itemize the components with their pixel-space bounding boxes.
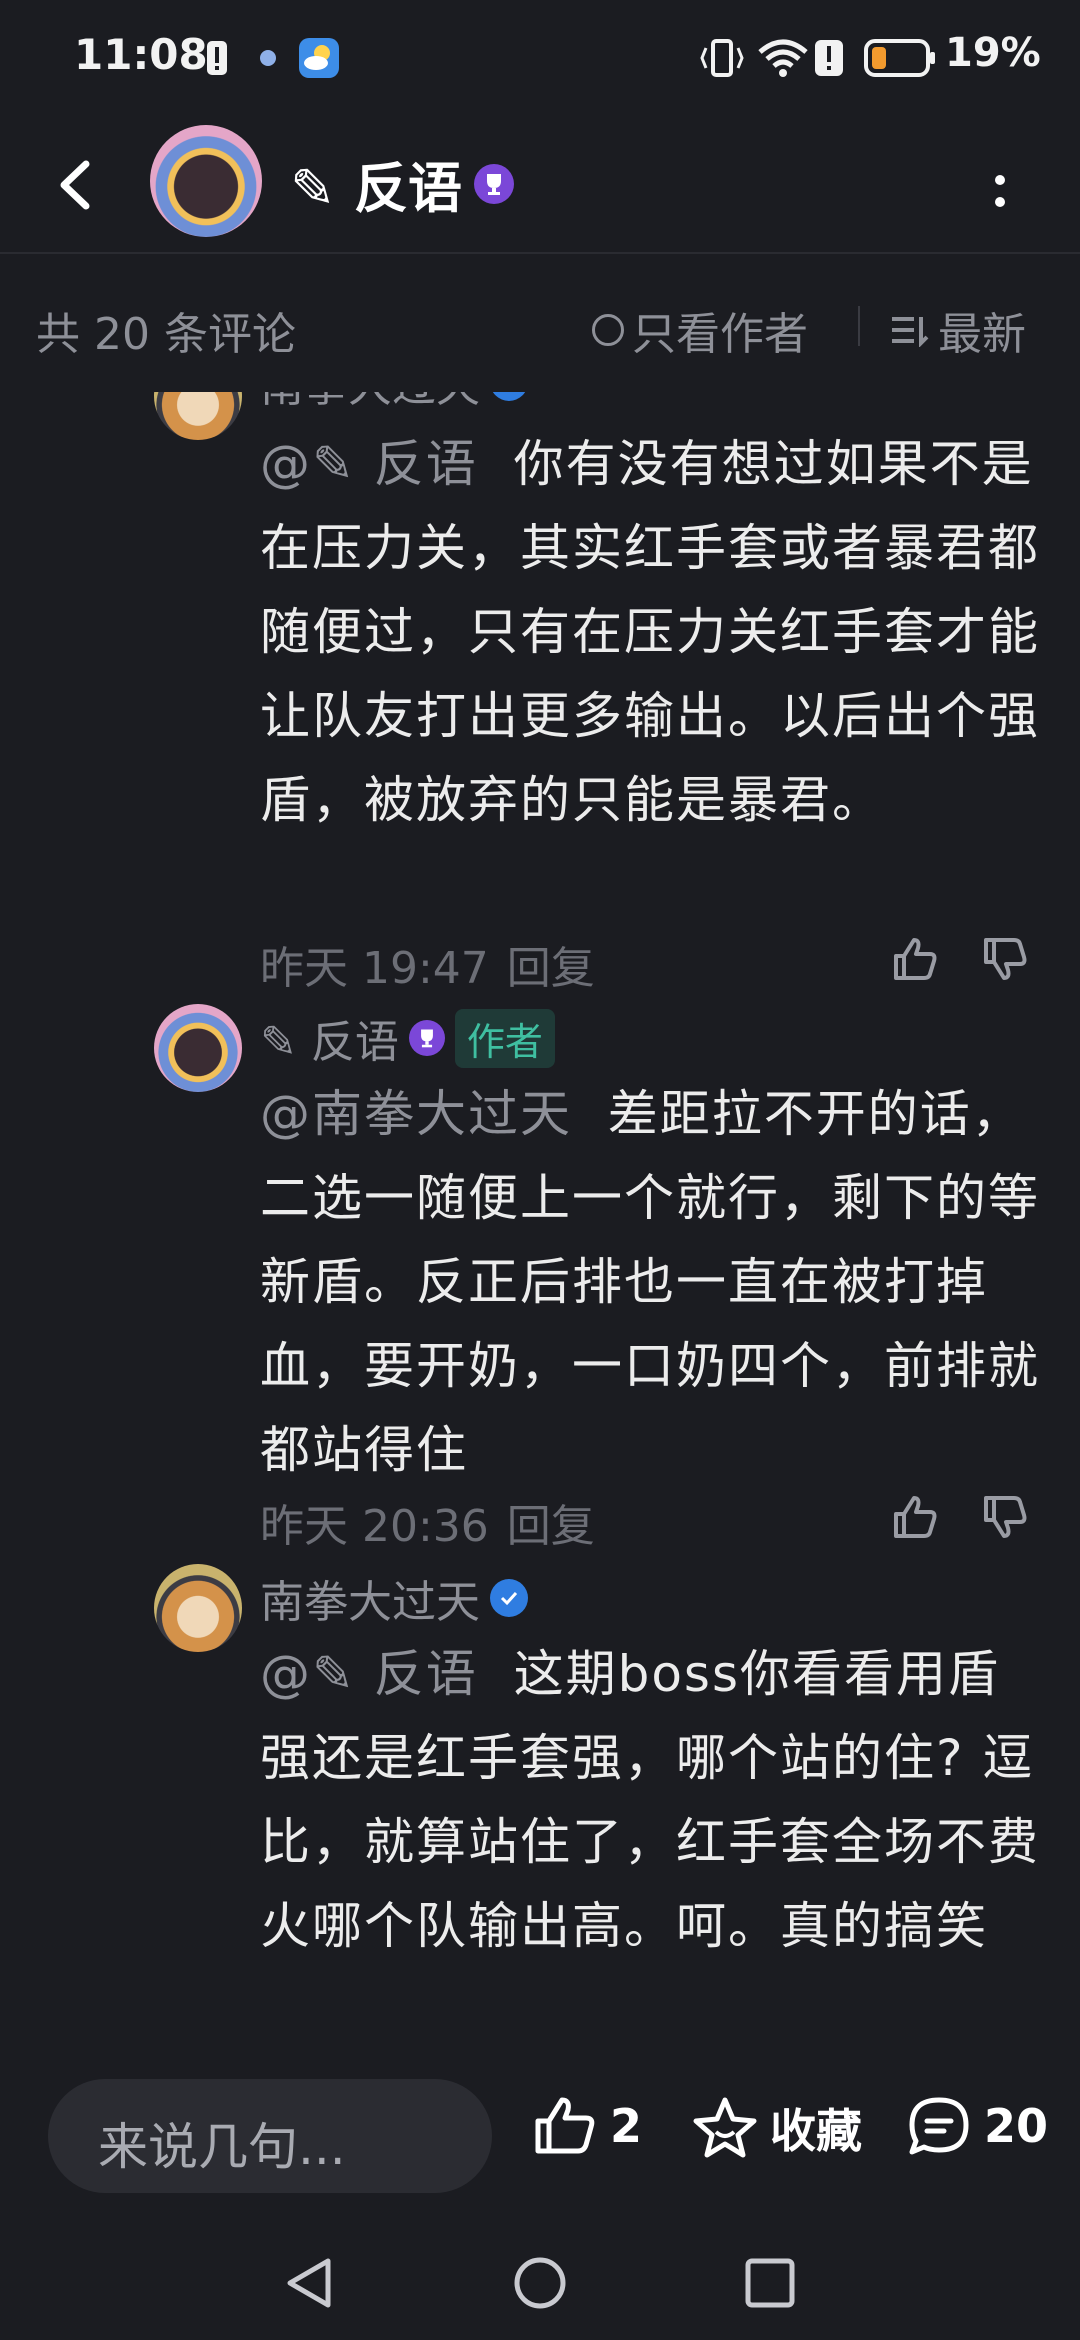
bottom-action-bar: 来说几句... 2 收藏 20 [0,2057,1080,2237]
sort-icon [892,317,929,347]
thumbs-up-icon [894,1496,937,1538]
header-avatar[interactable] [150,125,262,237]
header: ✎ 反语 [0,120,1080,254]
more-button[interactable] [990,162,1010,222]
nav-home-button[interactable] [512,2255,568,2315]
author-tag: 作者 [454,1008,555,1068]
comments-button[interactable]: 20 [906,2095,1048,2157]
comment-count: 共 20 条评论 [36,309,296,360]
vibrate-icon [700,38,744,78]
collect-button[interactable]: 收藏 [692,2095,862,2161]
like-button[interactable] [890,934,940,984]
app-notification-icon [258,38,278,78]
reply-button[interactable]: 回复 [507,1501,595,1552]
like-count: 2 [610,2099,643,2153]
comment-text: @✎ 反语 你有没有想过如果不是在压力关，其实红手套或者暴君都随便过，只有在压力… [260,435,1040,829]
battery-percent: 19% [945,30,1041,76]
avatar[interactable] [154,1004,242,1092]
page-title-group[interactable]: ✎ 反语 [290,144,515,223]
comment-time: 昨天 20:36 [260,1501,489,1552]
comment-input-placeholder: 来说几句... [98,2118,346,2176]
trophy-badge-icon [408,1020,445,1056]
dislike-button[interactable] [980,1492,1030,1542]
comment-time: 昨天 19:47 [260,943,489,994]
radio-circle-icon [592,314,624,346]
comment-bubble-icon [909,2097,969,2155]
reply-button[interactable]: 回复 [507,943,595,994]
status-bar: 11:08 19% [0,0,1080,120]
comment-input[interactable]: 来说几句... [48,2079,492,2193]
square-recents-icon [745,2258,795,2308]
avatar[interactable] [154,392,242,440]
thumbs-down-icon [984,938,1027,980]
back-arrow-icon [60,160,90,210]
trophy-badge-icon [474,163,515,204]
circle-home-icon [514,2257,566,2309]
divider [858,306,860,346]
sort-label: 最新 [938,309,1026,360]
dislike-button[interactable] [980,934,1030,984]
only-author-label: 只看作者 [632,309,808,360]
comment-meta: 昨天 20:36 回复 [260,1490,595,1554]
like-post-button[interactable]: 2 [532,2095,642,2157]
avatar[interactable] [154,1564,242,1652]
star-icon [693,2097,757,2158]
verified-icon [490,1579,528,1617]
mention[interactable]: @✎ 反语 [260,1645,478,1703]
comment-author[interactable]: 南拳大过天 [260,1566,528,1630]
mention[interactable]: @✎ 反语 [260,435,478,493]
comment-text: @✎ 反语 这期boss你看看用盾强还是红手套强，哪个站的住? 逗比，就算站住了… [260,1645,1040,1955]
thumbs-up-icon [535,2097,595,2154]
alert-icon [205,38,229,78]
comment-meta: 昨天 19:47 回复 [260,932,595,996]
sort-button[interactable]: 最新 [890,298,1026,362]
thumbs-down-icon [984,1496,1027,1538]
comment-list: 南拳大过天 @✎ 反语 你有没有想过如果不是在压力关，其实红手套或者暴君都随便过… [0,392,1080,2057]
like-button[interactable] [890,1492,940,1542]
weather-icon [298,38,340,78]
wifi-icon [758,38,808,78]
nav-recents-button[interactable] [742,2255,798,2315]
back-button[interactable] [52,160,102,210]
comment-filter-bar: 共 20 条评论 只看作者 最新 [0,252,1080,392]
comment-count-badge: 20 [984,2099,1049,2153]
mention[interactable]: @南拳大过天 [260,1085,572,1143]
signal-alert-icon [814,38,844,78]
page-title: ✎ 反语 [290,157,463,220]
comment-text: @南拳大过天 差距拉不开的话，二选一随便上一个就行，剩下的等新盾。反正后排也一直… [260,1085,1040,1479]
verified-icon [490,392,528,401]
thumbs-up-icon [894,938,937,980]
status-time: 11:08 [74,30,208,79]
comment-author[interactable]: ✎ 反语 作者 [260,1006,555,1070]
only-author-toggle[interactable]: 只看作者 [592,298,808,362]
triangle-back-icon [287,2258,331,2308]
system-nav-bar [0,2237,1080,2340]
battery-icon [864,38,936,78]
nav-back-button[interactable] [282,2255,336,2315]
comment-author[interactable]: 南拳大过天 [260,392,528,414]
collect-label: 收藏 [770,2104,862,2158]
more-vertical-icon [995,175,1005,207]
